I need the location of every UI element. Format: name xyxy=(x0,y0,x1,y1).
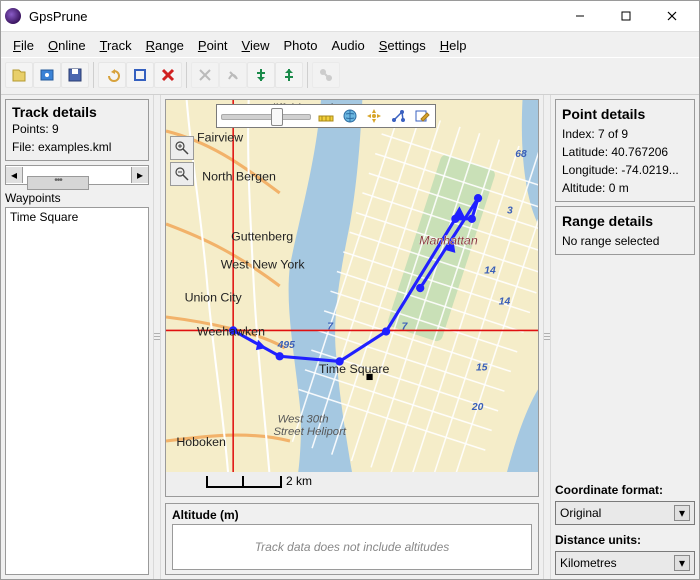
track-scroll[interactable]: ◂ ▸ xyxy=(5,165,149,185)
menu-track[interactable]: Track xyxy=(94,36,138,55)
scroll-right-icon[interactable]: ▸ xyxy=(131,167,148,183)
scalebar-toggle-icon[interactable] xyxy=(317,107,335,125)
point-lat: Latitude: 40.767206 xyxy=(562,143,688,161)
menu-help[interactable]: Help xyxy=(434,36,473,55)
map-label: North Bergen xyxy=(202,170,276,184)
globe-icon[interactable] xyxy=(341,107,359,125)
highway-badge: 14 xyxy=(499,297,511,308)
menu-point[interactable]: Point xyxy=(192,36,234,55)
range-details-box: Range details No range selected xyxy=(555,206,695,255)
point-lon: Longitude: -74.0219... xyxy=(562,161,688,179)
map-label: Hoboken xyxy=(176,435,226,449)
coord-format-value: Original xyxy=(560,506,601,520)
track-details-title: Track details xyxy=(12,104,142,120)
chevron-down-icon: ▾ xyxy=(674,555,690,571)
app-title: GpsPrune xyxy=(29,9,88,24)
map-label: Union City xyxy=(185,291,243,305)
highway-badge: 68 xyxy=(515,149,527,160)
menu-online[interactable]: Online xyxy=(42,36,92,55)
chevron-down-icon: ▾ xyxy=(674,505,690,521)
scroll-thumb[interactable] xyxy=(27,176,89,190)
save-button[interactable] xyxy=(61,62,89,88)
menu-audio[interactable]: Audio xyxy=(325,36,370,55)
close-button[interactable] xyxy=(649,2,695,30)
coord-format-select[interactable]: Original ▾ xyxy=(555,501,695,525)
toolbar xyxy=(1,57,699,95)
app-window: GpsPrune File Online Track Range Point V… xyxy=(0,0,700,580)
edit-mode-icon[interactable] xyxy=(413,107,431,125)
map-toolbar xyxy=(216,104,436,128)
edit-point-button[interactable] xyxy=(126,62,154,88)
select-end-button xyxy=(219,62,247,88)
range-empty: No range selected xyxy=(562,232,688,250)
scale-label: 2 km xyxy=(286,474,312,488)
map-label: West New York xyxy=(221,257,306,271)
autopan-icon[interactable] xyxy=(365,107,383,125)
scroll-left-icon[interactable]: ◂ xyxy=(6,167,23,183)
highway-badge: 15 xyxy=(476,363,488,374)
point-index: Index: 7 of 9 xyxy=(562,125,688,143)
shift-down-button[interactable] xyxy=(247,62,275,88)
track-file: File: examples.kml xyxy=(12,138,142,156)
left-panel: Track details Points: 9 File: examples.k… xyxy=(1,95,153,579)
range-details-title: Range details xyxy=(562,211,688,232)
menu-settings[interactable]: Settings xyxy=(373,36,432,55)
altitude-header: Altitude (m) xyxy=(172,508,532,522)
point-alt: Altitude: 0 m xyxy=(562,179,688,197)
distance-units-label: Distance units: xyxy=(555,533,695,547)
connect-photo-button xyxy=(312,62,340,88)
waypoints-label: Waypoints xyxy=(5,191,149,205)
map-label: West 30th xyxy=(278,413,329,425)
connect-points-icon[interactable] xyxy=(389,107,407,125)
waypoint-item[interactable]: Time Square xyxy=(10,210,144,224)
menu-photo[interactable]: Photo xyxy=(278,36,324,55)
distance-units-select[interactable]: Kilometres ▾ xyxy=(555,551,695,575)
highway-badge: 3 xyxy=(507,206,513,217)
map-label: Guttenberg xyxy=(231,230,293,244)
add-photo-button[interactable] xyxy=(33,62,61,88)
menu-file[interactable]: File xyxy=(7,36,40,55)
map-view[interactable]: Fairview Cliffside Park North Bergen Gut… xyxy=(165,99,539,497)
splitter-right[interactable] xyxy=(543,95,551,579)
highway-badge: 20 xyxy=(471,402,484,413)
map-label: Weehawken xyxy=(197,325,265,339)
highway-badge: 14 xyxy=(484,266,496,277)
map-label: Manhattan xyxy=(419,234,478,248)
zoom-out-button[interactable] xyxy=(170,162,194,186)
titlebar: GpsPrune xyxy=(1,1,699,32)
menu-view[interactable]: View xyxy=(236,36,276,55)
transparency-slider[interactable] xyxy=(221,107,311,125)
select-start-button xyxy=(191,62,219,88)
altitude-chart: Track data does not include altitudes xyxy=(172,524,532,570)
distance-units-value: Kilometres xyxy=(560,556,617,570)
map-label: Fairview xyxy=(197,130,243,144)
undo-button[interactable] xyxy=(98,62,126,88)
scale-bar: 2 km xyxy=(206,474,312,488)
highway-badge: 495 xyxy=(277,340,295,351)
point-details-title: Point details xyxy=(562,104,688,125)
delete-point-button[interactable] xyxy=(154,62,182,88)
map-label: Street Heliport xyxy=(273,426,346,438)
maximize-button[interactable] xyxy=(603,2,649,30)
center-panel: Fairview Cliffside Park North Bergen Gut… xyxy=(161,95,543,579)
open-file-button[interactable] xyxy=(5,62,33,88)
minimize-button[interactable] xyxy=(557,2,603,30)
map-canvas[interactable]: Fairview Cliffside Park North Bergen Gut… xyxy=(166,100,538,472)
altitude-panel: Altitude (m) Track data does not include… xyxy=(165,503,539,575)
track-points: Points: 9 xyxy=(12,120,142,138)
altitude-empty-text: Track data does not include altitudes xyxy=(255,540,450,554)
menu-range[interactable]: Range xyxy=(140,36,190,55)
shift-up-button[interactable] xyxy=(275,62,303,88)
splitter-left[interactable] xyxy=(153,95,161,579)
main-body: Track details Points: 9 File: examples.k… xyxy=(1,95,699,579)
coord-format-label: Coordinate format: xyxy=(555,483,695,497)
right-panel: Point details Index: 7 of 9 Latitude: 40… xyxy=(551,95,699,579)
app-icon xyxy=(5,8,21,24)
zoom-in-button[interactable] xyxy=(170,136,194,160)
point-details-box: Point details Index: 7 of 9 Latitude: 40… xyxy=(555,99,695,202)
menubar: File Online Track Range Point View Photo… xyxy=(1,32,699,57)
track-details-box: Track details Points: 9 File: examples.k… xyxy=(5,99,149,161)
waypoints-list[interactable]: Time Square xyxy=(5,207,149,575)
map-label: Time Square xyxy=(319,362,390,376)
